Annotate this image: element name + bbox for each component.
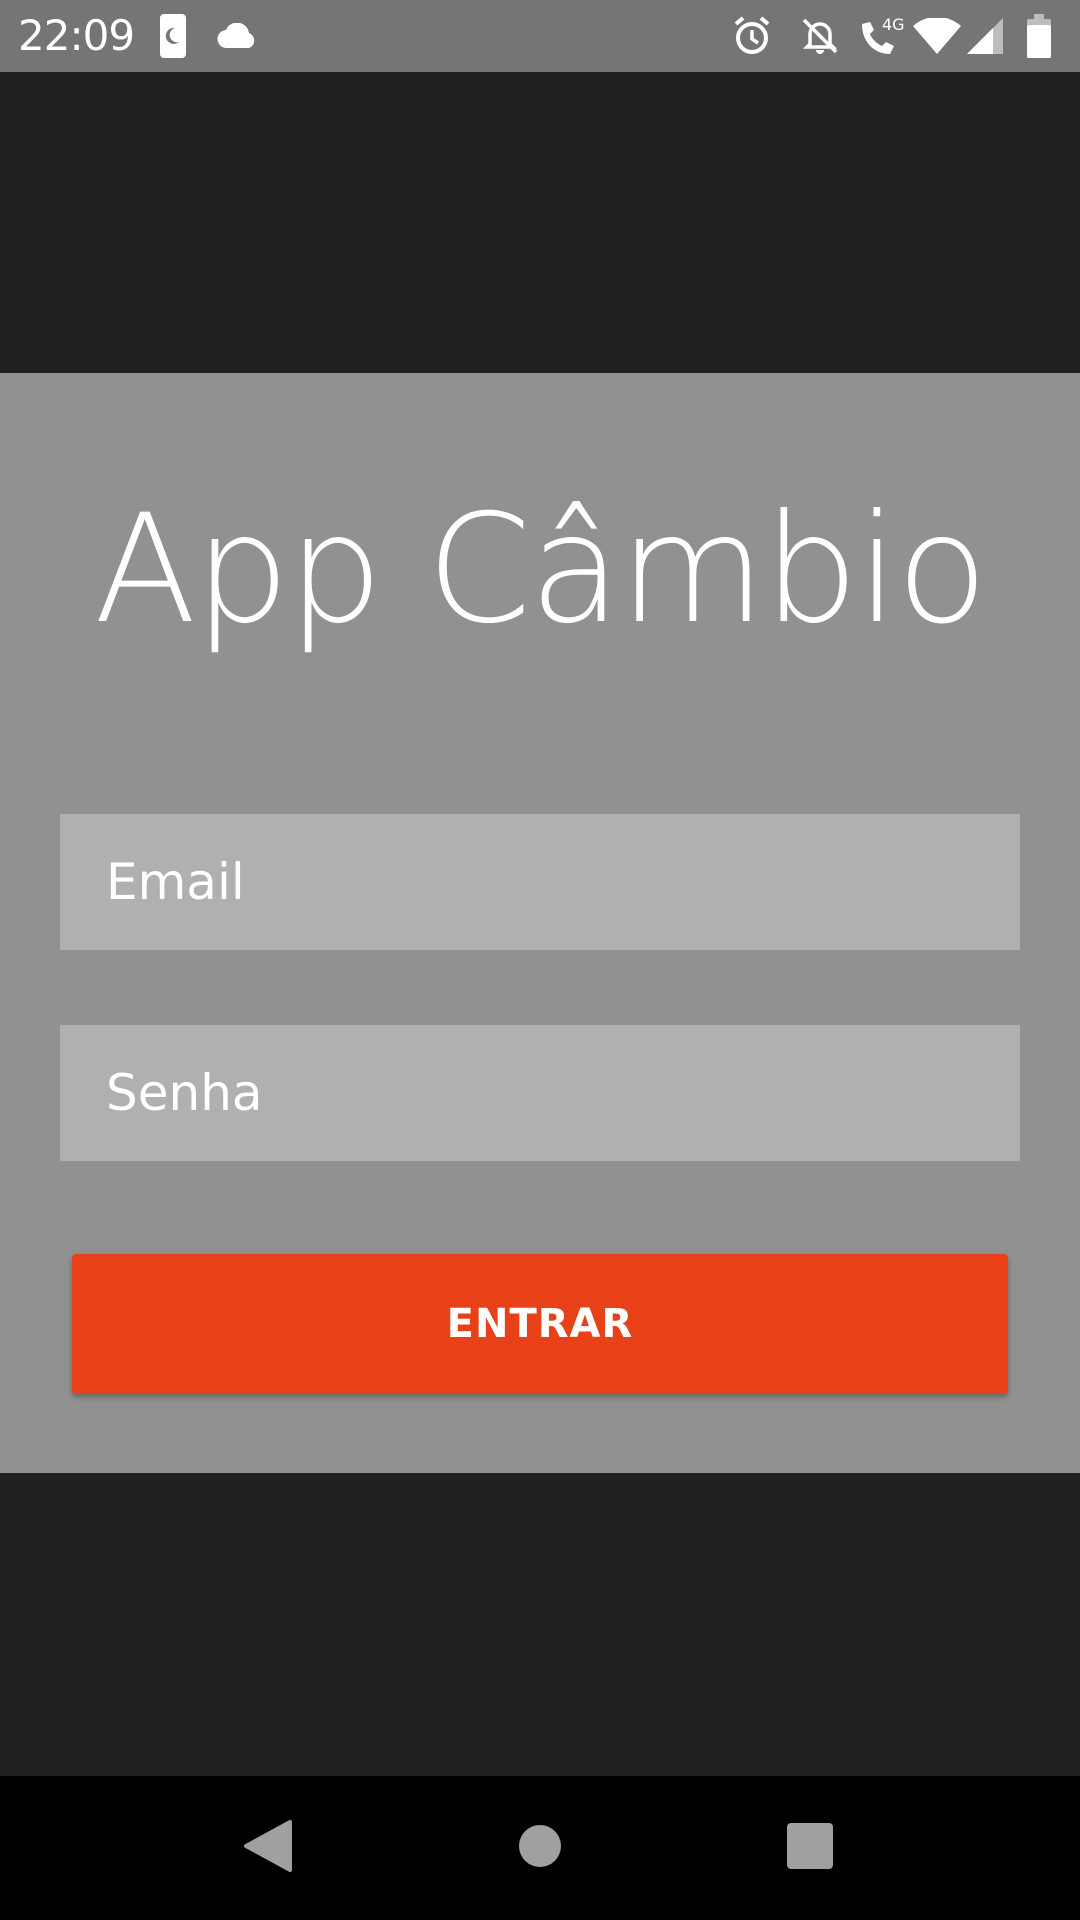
cloud-icon [216,0,260,72]
status-bar: 22:09 4G [0,0,1080,72]
password-field[interactable] [60,1025,1020,1161]
network-label: 4G [882,15,904,34]
login-button[interactable]: ENTRAR [72,1254,1008,1394]
signal-icon [966,0,1004,72]
wifi-calling-icon: 4G [858,0,904,72]
app-title: App Câmbio [93,483,988,657]
dnd-moon-icon [158,0,188,72]
wifi-icon [912,0,962,72]
home-icon [518,1824,562,1873]
back-icon [244,1819,292,1877]
battery-icon [1024,0,1054,72]
status-time: 22:09 [18,11,135,60]
home-button[interactable] [470,1776,610,1920]
back-button[interactable] [198,1776,338,1920]
recents-button[interactable] [740,1776,880,1920]
email-field[interactable] [60,814,1020,950]
notifications-off-icon [798,0,842,72]
navigation-bar [0,1776,1080,1920]
alarm-icon [730,0,774,72]
recents-icon [787,1822,833,1874]
app-screen: 22:09 4G App Câmbio Email ENTRAR [0,0,1080,1920]
